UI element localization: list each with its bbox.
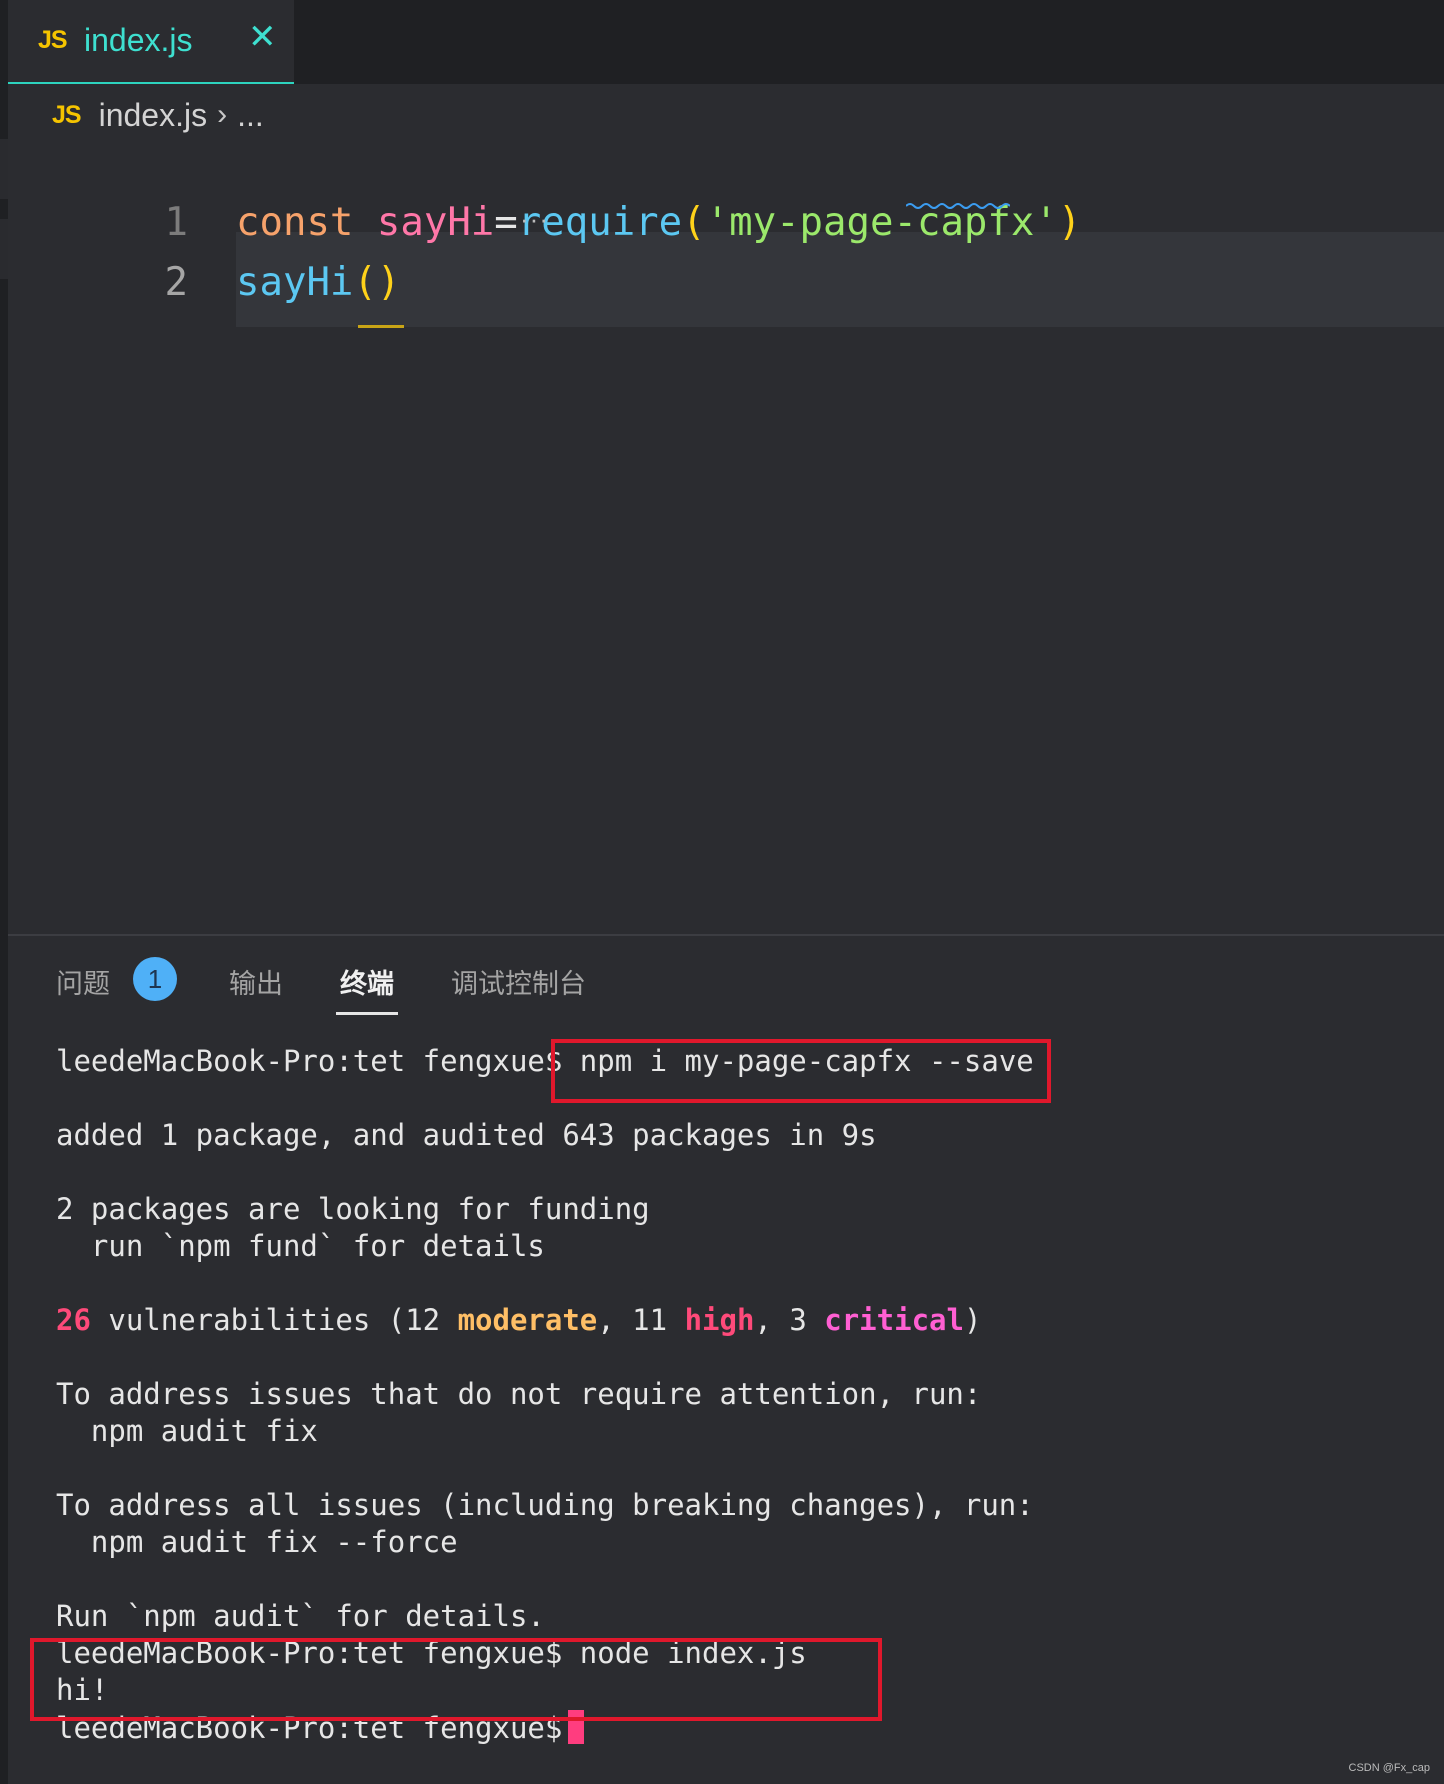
warning-squiggle[interactable] [906,202,1010,210]
activity-edge-marker [0,139,8,199]
tab-terminal[interactable]: 终端 [336,962,398,1015]
vuln-high: high [684,1303,755,1337]
token-function: sayHi [236,260,354,305]
tab-problems[interactable]: 问题 [56,962,110,1001]
code-line-2[interactable]: 2 sayHi() [8,234,1444,330]
code-hint-dots[interactable]: ··· [520,204,549,235]
breadcrumb-file[interactable]: index.js [99,97,208,134]
vuln-text: , 11 [597,1303,685,1337]
tab-title: index.js [84,22,193,58]
terminal-line: run `npm fund` for details [56,1229,545,1263]
vuln-text: vulnerabilities (12 [90,1303,458,1337]
vuln-critical: critical [824,1303,964,1337]
vuln-moderate: moderate [457,1303,598,1337]
code-text: sayHi() [236,260,400,305]
hint-underline [358,325,404,328]
watermark: CSDN @Fx_cap [1348,1762,1430,1774]
breadcrumb: JS index.js › ... [52,92,264,138]
tab-bar: JS index.js ✕ [0,0,1444,85]
js-file-icon: JS [52,100,82,129]
highlight-box-npm-install [551,1039,1051,1103]
token-paren: () [353,260,401,305]
editor-tab-index-js[interactable]: JS index.js ✕ [8,0,294,85]
js-file-icon: JS [38,26,68,54]
terminal-line-vulnerabilities: 26 vulnerabilities (12 moderate, 11 high… [56,1303,981,1337]
terminal-line: added 1 package, and audited 643 package… [56,1118,877,1152]
terminal-line: To address issues that do not require at… [56,1377,982,1411]
vuln-text: , 3 [754,1303,825,1337]
bottom-panel: 问题 1 输出 终端 调试控制台 leedeMacBook-Pro:tet fe… [8,936,1444,1784]
tab-debug-console[interactable]: 调试控制台 [451,962,586,1001]
vuln-text: ) [963,1303,982,1337]
vuln-count: 26 [56,1303,91,1337]
problems-count-badge: 1 [133,957,177,1001]
activity-edge [0,84,8,934]
line-number: 2 [164,260,188,305]
code-editor[interactable]: JS index.js › ... 1 const sayHi=require(… [8,84,1444,934]
activity-edge-marker [0,219,8,279]
tab-output[interactable]: 输出 [229,962,283,1001]
terminal-line: Run `npm audit` for details. [56,1599,545,1633]
breadcrumb-more[interactable]: ... [237,97,264,134]
close-icon[interactable]: ✕ [248,20,277,54]
terminal-line: To address all issues (including breakin… [56,1488,1034,1522]
terminal-line: npm audit fix [56,1414,318,1448]
highlight-box-node-run [30,1638,882,1721]
chevron-right-icon: › [217,98,228,131]
terminal-prompt: leedeMacBook-Pro:tet fengxue$ [56,1044,563,1078]
terminal-line: npm audit fix --force [56,1525,458,1559]
terminal-line: 2 packages are looking for funding [56,1192,650,1226]
